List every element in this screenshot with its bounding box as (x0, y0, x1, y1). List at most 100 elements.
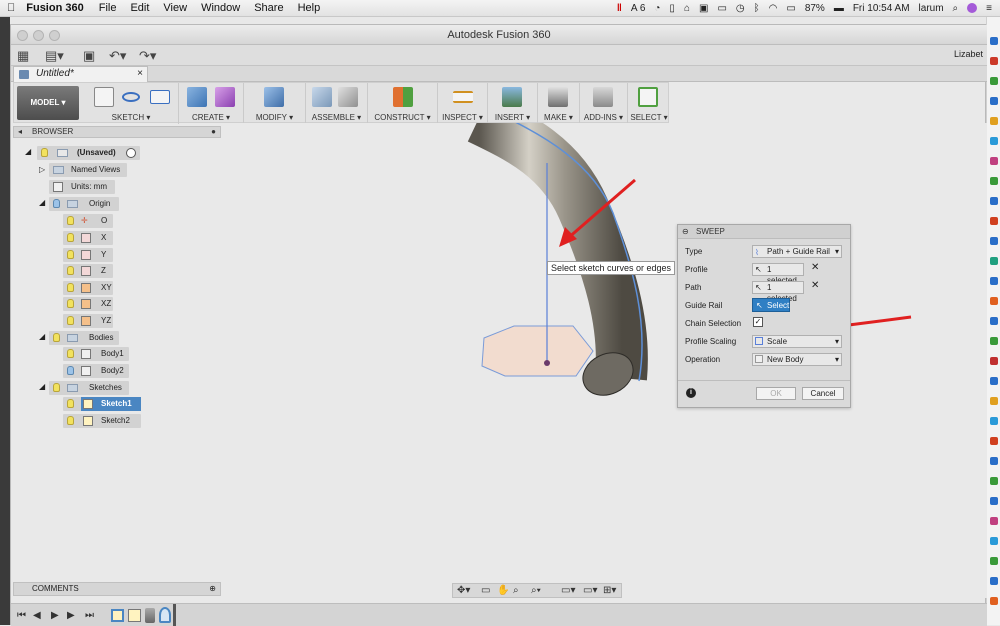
visibility-bulb-icon[interactable] (53, 333, 60, 342)
notification-icon[interactable]: ≡ (986, 3, 992, 14)
spline-icon[interactable] (122, 92, 140, 102)
tree-named-views[interactable]: Named Views (49, 163, 127, 177)
app-icon[interactable] (990, 477, 998, 485)
battery-percent[interactable]: 87% (805, 3, 825, 14)
redo-icon[interactable]: ↷▾ (139, 48, 156, 64)
body-item[interactable]: Body2 (63, 364, 129, 378)
app-icon[interactable] (990, 297, 998, 305)
display-icon[interactable]: ▭ (717, 3, 726, 14)
pin-icon[interactable]: ● (211, 127, 216, 137)
origin-item[interactable]: Z (63, 264, 113, 278)
clock-text[interactable]: Fri 10:54 AM (853, 3, 910, 14)
app-menu[interactable]: Fusion 360 (22, 2, 91, 14)
grid-settings-icon[interactable]: ▭▾ (583, 585, 597, 596)
fit-icon[interactable]: ⌕▾ (531, 585, 541, 596)
clear-path-icon[interactable]: ✕ (811, 280, 819, 291)
sketch-group[interactable]: SKETCH ▾ (84, 83, 179, 124)
tree-expand-icon[interactable]: ◢ (39, 380, 45, 394)
browser-header[interactable]: ◂ BROWSER ● (13, 126, 221, 138)
visibility-bulb-icon[interactable] (67, 349, 74, 358)
app-icon[interactable] (990, 557, 998, 565)
visibility-bulb-icon[interactable] (67, 266, 74, 275)
tree-origin[interactable]: Origin (49, 197, 119, 211)
make-group[interactable]: MAKE ▾ (538, 83, 580, 124)
sketch-item[interactable]: Sketch2 (63, 414, 141, 428)
collapse-dialog-icon[interactable]: ⊖ (682, 225, 689, 239)
app-icon[interactable] (990, 377, 998, 385)
spotlight-icon[interactable]: ⌕ (953, 3, 959, 14)
visibility-bulb-icon[interactable] (67, 416, 74, 425)
app-icon[interactable] (990, 357, 998, 365)
workspace-switcher[interactable]: MODEL ▾ (17, 86, 79, 120)
sweep-header[interactable]: ⊖ SWEEP (678, 225, 850, 239)
rectangle-icon[interactable] (150, 90, 170, 104)
type-dropdown[interactable]: ⌇ Path + Guide Rail ▾ (752, 245, 842, 258)
lock-icon[interactable]: ▣ (699, 3, 708, 14)
sketch-item[interactable]: Sketch1 (63, 397, 141, 411)
model-canvas[interactable] (221, 123, 987, 598)
origin-item[interactable]: XY (63, 281, 113, 295)
app-icon[interactable] (990, 237, 998, 245)
info-icon[interactable]: i (686, 388, 696, 398)
zoom-icon[interactable]: ⌕ (513, 585, 519, 596)
profile-scaling-dropdown[interactable]: Scale ▾ (752, 335, 842, 348)
app-icon[interactable] (990, 137, 998, 145)
guide-rail-select-button[interactable]: ↖ Select (752, 298, 790, 312)
activate-radio[interactable] (126, 148, 136, 158)
measure-icon[interactable] (453, 91, 473, 103)
document-tab[interactable]: Untitled* × (13, 66, 148, 82)
origin-item[interactable]: X (63, 231, 113, 245)
app-icon[interactable] (990, 317, 998, 325)
app-icon[interactable] (990, 517, 998, 525)
undo-icon[interactable]: ↶▾ (109, 48, 126, 64)
airplay-icon[interactable]: ▭ (786, 3, 795, 14)
siri-icon[interactable] (967, 3, 978, 13)
collapse-browser-icon[interactable]: ◂ (18, 127, 22, 137)
play-icon[interactable]: ▶ (51, 610, 59, 621)
go-to-end-icon[interactable]: ⏭ (85, 610, 94, 621)
tree-expand-icon[interactable]: ◢ (39, 196, 45, 210)
viewports-icon[interactable]: ⊞▾ (603, 585, 616, 596)
apple-icon[interactable]:  (0, 2, 22, 14)
timeline-sweep-feature[interactable] (145, 608, 155, 623)
adobe-badge[interactable]: A 6 (631, 3, 645, 14)
addins-group[interactable]: ADD-INS ▾ (580, 83, 628, 124)
app-icon[interactable] (990, 37, 998, 45)
visibility-bulb-icon[interactable] (67, 316, 74, 325)
visibility-bulb-icon[interactable] (53, 199, 60, 208)
comments-panel[interactable]: COMMENTS ⊕ (13, 582, 221, 596)
origin-item[interactable]: ✛ O (63, 214, 113, 228)
menu-view[interactable]: View (156, 2, 194, 14)
3d-viewport[interactable]: Select sketch curves or edges (221, 123, 987, 598)
add-comment-icon[interactable]: ⊕ (209, 583, 216, 595)
app-icon[interactable] (990, 397, 998, 405)
battery-icon[interactable]: ▬ (834, 3, 844, 14)
app-icon[interactable] (990, 577, 998, 585)
visibility-bulb-icon[interactable] (67, 250, 74, 259)
app-icon[interactable] (990, 437, 998, 445)
visibility-bulb-icon[interactable] (67, 299, 74, 308)
app-icon[interactable] (990, 597, 998, 605)
insert-image-icon[interactable] (502, 87, 522, 107)
3d-print-icon[interactable] (548, 87, 568, 107)
app-icon[interactable] (990, 77, 998, 85)
step-forward-icon[interactable]: ▶ (67, 610, 75, 621)
press-pull-icon[interactable] (264, 87, 284, 107)
timeline-sketch2[interactable] (128, 609, 141, 622)
pan-icon[interactable]: ✋ (497, 585, 509, 596)
timeline-sketch1[interactable] (111, 609, 124, 622)
app-icon[interactable] (990, 337, 998, 345)
visibility-bulb-icon[interactable] (41, 148, 48, 157)
app-icon[interactable] (990, 97, 998, 105)
clock-icon[interactable]: ◷ (736, 3, 745, 14)
tree-units[interactable]: Units: mm (49, 180, 115, 194)
close-tab-icon[interactable]: × (137, 67, 143, 81)
chain-selection-checkbox[interactable]: ✓ (753, 317, 763, 327)
visibility-bulb-icon[interactable] (53, 383, 60, 392)
origin-item[interactable]: YZ (63, 314, 113, 328)
tree-sketches[interactable]: Sketches (49, 381, 129, 395)
menu-edit[interactable]: Edit (123, 2, 156, 14)
select-group[interactable]: SELECT ▾ (628, 83, 670, 124)
ok-button[interactable]: OK (756, 387, 796, 400)
offset-plane-icon[interactable] (393, 87, 413, 107)
